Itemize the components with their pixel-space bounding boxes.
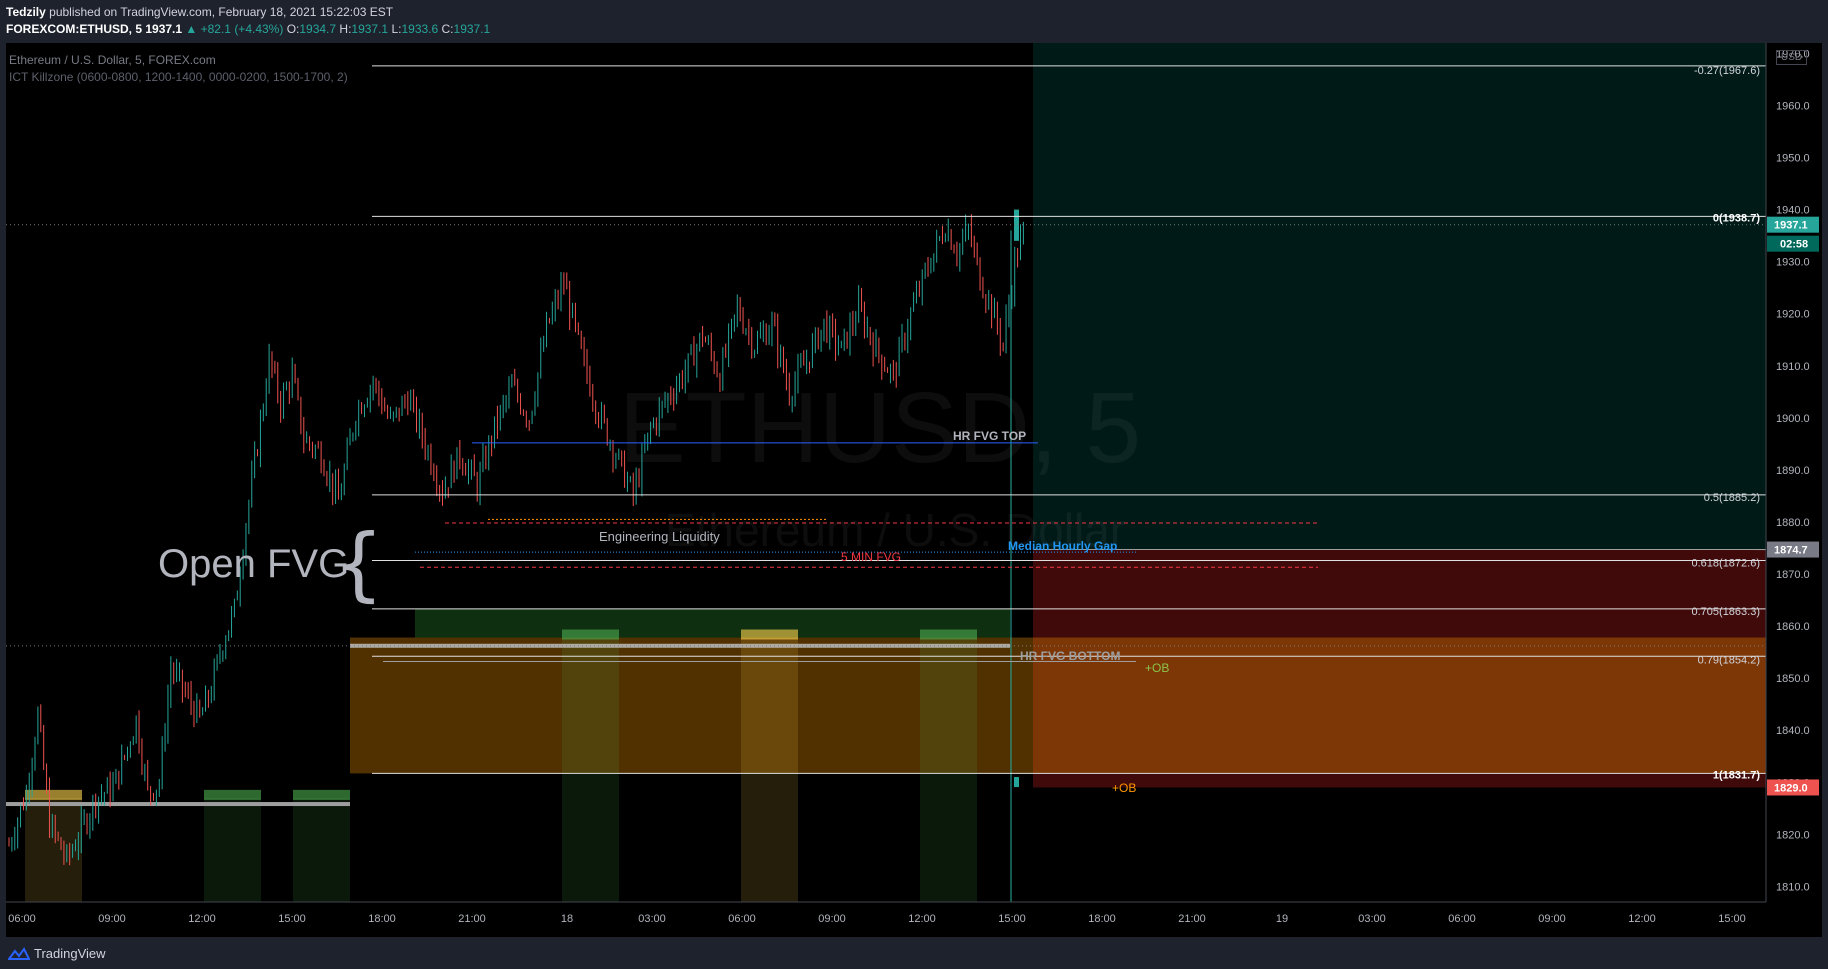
time-axis: 06:00 09:00 12:00 15:00 18:00 21:00 18 03:00 06:… [6, 901, 1822, 937]
currency-button[interactable]: USD [1776, 50, 1808, 65]
chart-legend: Ethereum / U.S. Dollar, 5, FOREX.com ICT… [9, 52, 348, 86]
price-tick-label: 1880.0 [1776, 517, 1810, 529]
time-tick-label: 09:00 [818, 913, 846, 925]
ob-lower-label: +OB [1112, 781, 1136, 795]
time-tick-label: 18 [561, 913, 573, 925]
time-tick-label: 19 [1276, 913, 1288, 925]
killzone-column [562, 637, 619, 902]
time-tick-label: 21:00 [1178, 913, 1206, 925]
price-tick-label: 1890.0 [1776, 465, 1810, 477]
price-tick-label: 1870.0 [1776, 569, 1810, 581]
legend-indicator[interactable]: ICT Killzone (0600-0800, 1200-1400, 0000… [9, 69, 348, 86]
fib-label: 0(1938.7) [1713, 212, 1760, 224]
fib-label: 0.705(1863.3) [1692, 606, 1761, 618]
hr-fvg-top-label: HR FVG TOP [953, 429, 1026, 443]
time-tick-label: 21:00 [458, 913, 486, 925]
killzone-column [920, 637, 977, 902]
current-price-text: 1937.1 [1774, 220, 1808, 232]
price-tick-label: 1930.0 [1776, 257, 1810, 269]
killzone-column [741, 637, 798, 902]
time-tick-label: 12:00 [908, 913, 936, 925]
time-tick-label: 18:00 [1088, 913, 1116, 925]
price-tick-label: 1940.0 [1776, 205, 1810, 217]
session-range-bar [6, 802, 350, 807]
time-tick-label: 09:00 [98, 913, 126, 925]
killzone-cap [920, 629, 977, 640]
price-tick-label: 1960.0 [1776, 100, 1810, 112]
price-tick-label: 1810.0 [1776, 881, 1810, 893]
tradingview-logo-icon[interactable] [8, 947, 30, 961]
time-tick-label: 06:00 [1448, 913, 1476, 925]
time-tick-label: 09:00 [1538, 913, 1566, 925]
price-tick-label: 1900.0 [1776, 413, 1810, 425]
fib-label: 1(1831.7) [1713, 769, 1760, 781]
fib-label: 0.79(1854.2) [1698, 654, 1760, 666]
time-tick-label: 12:00 [1628, 913, 1656, 925]
fib-label: -0.27(1967.6) [1694, 65, 1760, 77]
median-hourly-gap-label: Median Hourly Gap [1008, 539, 1117, 553]
killzone-column [204, 797, 261, 902]
candle [1014, 777, 1019, 788]
killzone-column [25, 797, 82, 902]
price-tick-label: 1850.0 [1776, 673, 1810, 685]
killzone-column [293, 797, 350, 902]
fib-label: 0.5(1885.2) [1704, 492, 1760, 504]
price-tick-label: 1950.0 [1776, 153, 1810, 165]
watermark-symbol: ETHUSD, 5 [619, 372, 1141, 484]
time-tick-label: 03:00 [638, 913, 666, 925]
fib-label: 0.618(1872.6) [1692, 557, 1761, 569]
ob-upper-label: +OB [1145, 661, 1169, 675]
time-tick-label: 15:00 [1718, 913, 1746, 925]
price-tick-label: 1920.0 [1776, 309, 1810, 321]
time-tick-label: 15:00 [278, 913, 306, 925]
price-tick-label: 1860.0 [1776, 621, 1810, 633]
footer-bar: TradingView [0, 937, 1828, 969]
killzone-cap [293, 789, 350, 800]
killzone-cap [204, 789, 261, 800]
price-tick-label: 1910.0 [1776, 361, 1810, 373]
price-tick-label: 1840.0 [1776, 725, 1810, 737]
five-min-fvg-label: 5 MIN FVG [841, 550, 901, 564]
session-range-bar [350, 643, 1010, 648]
engineering-liquidity-label: Engineering Liquidity [599, 529, 720, 544]
price-axis: 1810.01820.01830.01840.01850.01860.01870… [1765, 43, 1822, 902]
legend-title[interactable]: Ethereum / U.S. Dollar, 5, FOREX.com [9, 52, 348, 69]
killzone-cap [25, 789, 82, 800]
price-chart-svg[interactable]: ETHUSD, 5 Ethereum / U.S. Dollar -0.27(1… [0, 0, 1828, 937]
open-fvg-brace: { [333, 517, 384, 610]
killzone-cap [741, 629, 798, 640]
open-fvg-label: Open FVG [158, 542, 350, 586]
hr-fvg-bottom-label: HR FVG BOTTOM [1020, 649, 1120, 663]
price-marker-text: 1874.7 [1774, 545, 1808, 557]
price-marker-text: 1829.0 [1774, 782, 1808, 794]
time-tick-label: 18:00 [368, 913, 396, 925]
time-tick-label: 15:00 [998, 913, 1026, 925]
candle [1014, 209, 1019, 241]
price-tick-label: 1820.0 [1776, 829, 1810, 841]
killzone-cap [562, 629, 619, 640]
time-tick-label: 06:00 [8, 913, 36, 925]
time-tick-label: 03:00 [1358, 913, 1386, 925]
brand-name[interactable]: TradingView [34, 946, 106, 961]
target-zone [1033, 43, 1766, 550]
countdown-text: 02:58 [1780, 239, 1808, 251]
time-tick-label: 06:00 [728, 913, 756, 925]
time-tick-label: 12:00 [188, 913, 216, 925]
